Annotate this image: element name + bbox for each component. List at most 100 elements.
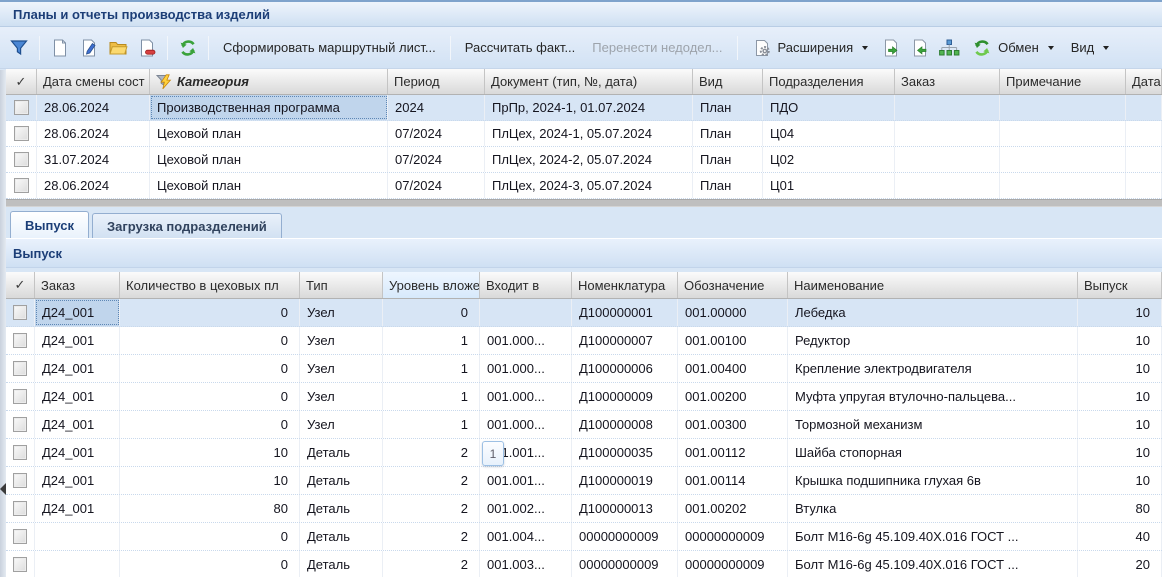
cell-kind[interactable]: План <box>693 147 763 172</box>
cell-period[interactable]: 07/2024 <box>388 121 485 146</box>
view-button[interactable]: Вид <box>1064 36 1117 59</box>
cell-category[interactable]: Цеховой план <box>150 173 388 198</box>
cell-level[interactable]: 1 <box>383 355 480 382</box>
cell-nomenclature[interactable]: Д100000006 <box>572 355 678 382</box>
output-col-type[interactable]: Тип <box>300 272 383 298</box>
cell-document[interactable]: ПлЦех, 2024-1, 05.07.2024 <box>485 121 693 146</box>
cell-output[interactable]: 80 <box>1078 495 1162 522</box>
cell-order[interactable] <box>895 173 1000 198</box>
cell-output[interactable]: 10 <box>1078 439 1162 466</box>
calc-fact-button[interactable]: Рассчитать факт... <box>458 36 583 59</box>
output-col-output[interactable]: Выпуск <box>1078 272 1162 298</box>
open-folder-icon[interactable] <box>105 35 131 61</box>
output-col-partof[interactable]: Входит в <box>480 272 572 298</box>
filter-icon[interactable] <box>6 35 32 61</box>
cell-order[interactable]: Д24_001 <box>35 411 120 438</box>
cell-name[interactable]: Тормозной механизм <box>788 411 1078 438</box>
row-checkbox[interactable] <box>14 178 29 193</box>
cell-level[interactable]: 1 <box>383 327 480 354</box>
cell-document[interactable]: ПлЦех, 2024-3, 05.07.2024 <box>485 173 693 198</box>
import-file-icon[interactable] <box>907 35 933 61</box>
cell-type[interactable]: Деталь <box>300 551 383 577</box>
cell-type[interactable]: Узел <box>300 327 383 354</box>
cell-nomenclature[interactable]: Д100000007 <box>572 327 678 354</box>
cell-division[interactable]: Ц04 <box>763 121 895 146</box>
cell-level[interactable]: 2 <box>383 495 480 522</box>
cell-designation[interactable]: 001.00112 <box>678 439 788 466</box>
table-row[interactable]: 28.06.2024 Цеховой план 07/2024 ПлЦех, 2… <box>6 121 1162 147</box>
structure-icon[interactable] <box>936 35 962 61</box>
cell-document[interactable]: ПлЦех, 2024-2, 05.07.2024 <box>485 147 693 172</box>
cell-qty[interactable]: 10 <box>120 439 300 466</box>
cell-partof[interactable]: 001.000... <box>480 383 572 410</box>
cell-type[interactable]: Деталь <box>300 439 383 466</box>
cell-date[interactable]: 28.06.2024 <box>37 95 150 120</box>
cell-level[interactable]: 2 <box>383 523 480 550</box>
cell-partof[interactable]: 001.000... <box>480 327 572 354</box>
tab-vypusk[interactable]: Выпуск <box>10 211 89 238</box>
row-checkbox[interactable] <box>13 473 27 488</box>
cell-output[interactable]: 10 <box>1078 327 1162 354</box>
cell-qty[interactable]: 0 <box>120 383 300 410</box>
cell-nomenclature[interactable]: Д100000008 <box>572 411 678 438</box>
cell-division[interactable]: Ц01 <box>763 173 895 198</box>
cell-name[interactable]: Муфта упругая втулочно-пальцева... <box>788 383 1078 410</box>
cell-division[interactable]: ПДО <box>763 95 895 120</box>
plans-col-period[interactable]: Период <box>388 69 485 94</box>
cell-partof[interactable]: 001.001... <box>480 467 572 494</box>
refresh-icon[interactable] <box>175 35 201 61</box>
output-check-column-header[interactable]: ✓ <box>6 272 35 298</box>
table-row[interactable]: Д24_001 10 Деталь 2 001.001... Д10000003… <box>6 439 1162 467</box>
cell-type[interactable]: Узел <box>300 383 383 410</box>
form-route-sheet-button[interactable]: Сформировать маршрутный лист... <box>216 36 443 59</box>
table-row[interactable]: Д24_001 0 Узел 1 001.000... Д100000008 0… <box>6 411 1162 439</box>
cell-partof[interactable]: 001.000... <box>480 411 572 438</box>
cell-level[interactable]: 2 <box>383 467 480 494</box>
cell-nomenclature[interactable]: Д100000001 <box>572 299 678 326</box>
table-row[interactable]: Д24_001 0 Узел 1 001.000... Д100000007 0… <box>6 327 1162 355</box>
cell-level[interactable]: 1 <box>383 383 480 410</box>
cell-output[interactable]: 10 <box>1078 411 1162 438</box>
table-row[interactable]: 28.06.2024 Цеховой план 07/2024 ПлЦех, 2… <box>6 173 1162 199</box>
cell-qty[interactable]: 0 <box>120 355 300 382</box>
cell-type[interactable]: Деталь <box>300 495 383 522</box>
horizontal-scrollbar[interactable] <box>0 199 1162 207</box>
splitter-collapse-icon[interactable] <box>0 483 6 495</box>
cell-order[interactable]: Д24_001 <box>35 383 120 410</box>
row-checkbox[interactable] <box>14 126 29 141</box>
cell-partof[interactable]: 001.003... <box>480 551 572 577</box>
output-col-level[interactable]: Уровень вложен <box>383 272 480 298</box>
cell-partof[interactable]: 001.004... <box>480 523 572 550</box>
table-row[interactable]: 28.06.2024 Производственная программа 20… <box>6 95 1162 121</box>
cell-designation[interactable]: 001.00400 <box>678 355 788 382</box>
cell-type[interactable]: Деталь <box>300 467 383 494</box>
cell-note[interactable] <box>1000 147 1126 172</box>
output-col-qty[interactable]: Количество в цеховых пл <box>120 272 300 298</box>
cell-category-selected[interactable]: Производственная программа <box>150 95 388 120</box>
cell-type[interactable]: Деталь <box>300 523 383 550</box>
cell-qty[interactable]: 0 <box>120 327 300 354</box>
cell-period[interactable]: 07/2024 <box>388 147 485 172</box>
cell-designation[interactable]: 00000000009 <box>678 551 788 577</box>
cell-qty[interactable]: 10 <box>120 467 300 494</box>
cell-nomenclature[interactable]: 00000000009 <box>572 523 678 550</box>
plans-col-division[interactable]: Подразделения <box>763 69 895 94</box>
cell-date[interactable]: 28.06.2024 <box>37 173 150 198</box>
cell-output[interactable]: 10 <box>1078 299 1162 326</box>
cell-level[interactable]: 2 <box>383 439 480 466</box>
cell-name[interactable]: Крепление электродвигателя <box>788 355 1078 382</box>
table-row[interactable]: Д24_001 0 Узел 1 001.000... Д100000006 0… <box>6 355 1162 383</box>
cell-type[interactable]: Узел <box>300 355 383 382</box>
cell-designation[interactable]: 001.00202 <box>678 495 788 522</box>
cell-order[interactable]: Д24_001 <box>35 439 120 466</box>
cell-date2[interactable] <box>1126 173 1162 198</box>
cell-period[interactable]: 2024 <box>388 95 485 120</box>
table-row[interactable]: 0 Деталь 2 001.003... 00000000009 000000… <box>6 551 1162 577</box>
cell-note[interactable] <box>1000 121 1126 146</box>
cell-partof[interactable] <box>480 299 572 326</box>
plans-check-column-header[interactable]: ✓ <box>6 69 37 94</box>
cell-kind[interactable]: План <box>693 95 763 120</box>
row-checkbox[interactable] <box>13 529 27 544</box>
cell-date[interactable]: 31.07.2024 <box>37 147 150 172</box>
table-row[interactable]: Д24_001 0 Узел 1 001.000... Д100000009 0… <box>6 383 1162 411</box>
